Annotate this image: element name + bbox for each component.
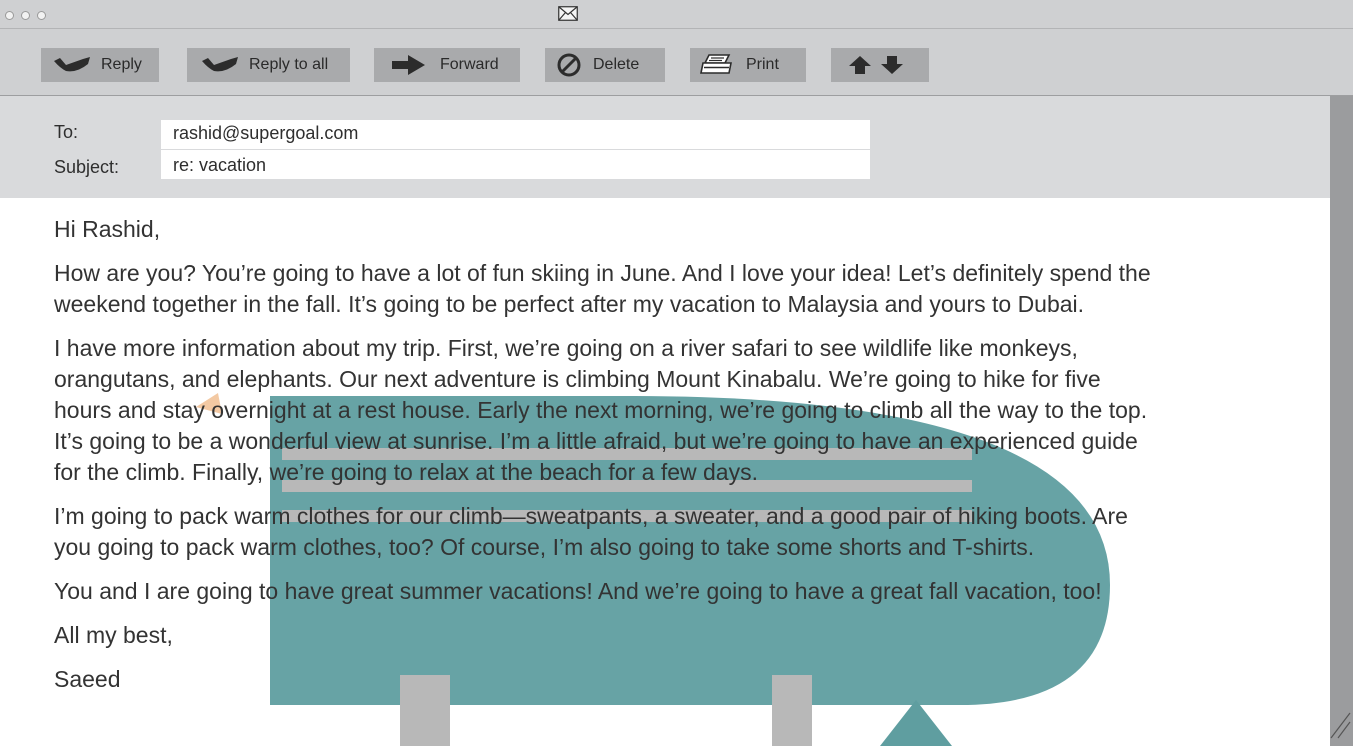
closing: All my best,: [54, 622, 173, 648]
paragraph-line: I’m going to pack warm clothes for our c…: [54, 503, 1128, 529]
subject-field[interactable]: re: vacation: [161, 150, 870, 179]
to-field[interactable]: rashid@supergoal.com: [161, 120, 870, 149]
resize-grip-icon[interactable]: [1329, 711, 1351, 744]
mail-icon: [558, 6, 578, 26]
window-titlebar: [0, 0, 1353, 29]
greeting: Hi Rashid,: [54, 216, 161, 242]
paragraph-line: How are you? You’re going to have a lot …: [54, 260, 1151, 286]
delete-label: Delete: [593, 56, 640, 73]
paragraph-line: It’s going to be a wonderful view at sun…: [54, 428, 1138, 454]
zoom-window-button[interactable]: [37, 11, 46, 20]
forward-button[interactable]: Forward: [374, 48, 520, 82]
to-label: To:: [54, 122, 79, 142]
message-navigation: [831, 48, 929, 82]
subject-value: re: vacation: [173, 155, 267, 175]
reply-button[interactable]: Reply: [41, 48, 159, 82]
forward-label: Forward: [440, 56, 499, 73]
to-value: rashid@supergoal.com: [173, 123, 359, 143]
paragraph-2: I have more information about my trip. F…: [54, 333, 1344, 488]
paragraph-line: orangutans, and elephants. Our next adve…: [54, 366, 1101, 392]
print-label: Print: [746, 56, 779, 73]
signature: Saeed: [54, 666, 121, 692]
print-button[interactable]: Print: [690, 48, 806, 82]
arrow-down-icon[interactable]: [880, 55, 904, 75]
message-body: Hi Rashid, How are you? You’re going to …: [54, 214, 1344, 708]
delete-button[interactable]: Delete: [545, 48, 665, 82]
paragraph-3: I’m going to pack warm clothes for our c…: [54, 501, 1344, 563]
paragraph-line: for the climb. Finally, we’re going to r…: [54, 459, 758, 485]
paragraph-line: hours and stay overnight at a rest house…: [54, 397, 1148, 423]
reply-all-button[interactable]: Reply to all: [187, 48, 350, 82]
close-window-button[interactable]: [5, 11, 14, 20]
reply-icon: [53, 55, 91, 75]
subject-label: Subject:: [54, 157, 120, 177]
message-header: To: rashid@supergoal.com Subject: re: va…: [0, 96, 1330, 198]
print-icon: [700, 53, 734, 77]
paragraph-4: You and I are going to have great summer…: [54, 578, 1102, 604]
paragraph-1: How are you? You’re going to have a lot …: [54, 258, 1344, 320]
delete-icon: [557, 53, 581, 77]
minimize-window-button[interactable]: [21, 11, 30, 20]
reply-label: Reply: [101, 56, 142, 73]
paragraph-line: you going to pack warm clothes, too? Of …: [54, 534, 1035, 560]
forward-icon: [392, 55, 426, 75]
reply-all-icon: [201, 55, 239, 75]
arrow-up-icon[interactable]: [848, 55, 872, 75]
window-controls: [5, 11, 46, 20]
paragraph-line: weekend together in the fall. It’s going…: [54, 291, 1085, 317]
mail-toolbar: Reply Reply to all Forward Delete Print: [0, 29, 1353, 96]
paragraph-line: I have more information about my trip. F…: [54, 335, 1078, 361]
reply-all-label: Reply to all: [249, 56, 329, 73]
